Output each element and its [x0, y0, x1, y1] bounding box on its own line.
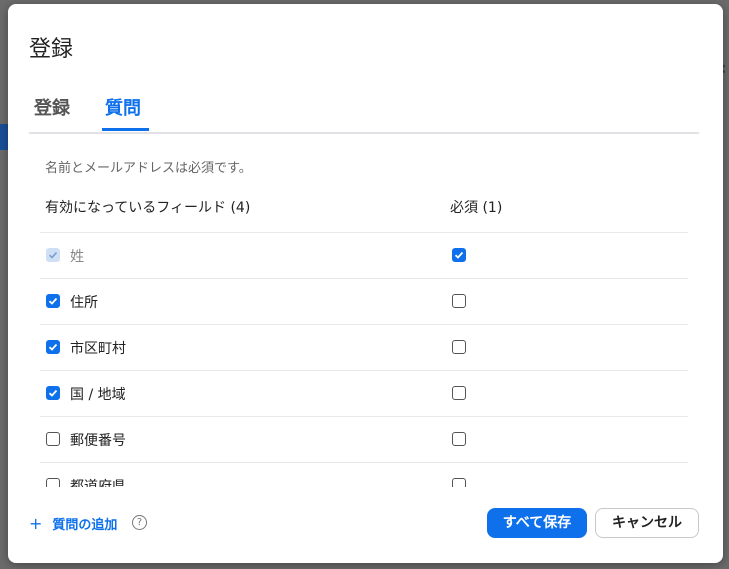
add-question-label: 質問の追加	[52, 518, 118, 533]
field-row: 国 / 地域	[40, 371, 688, 417]
add-question-button[interactable]: + 質問の追加	[29, 514, 117, 533]
field-required-checkbox[interactable]	[452, 340, 466, 354]
field-list: 姓 住所 市区町村 国 / 地域 郵便番号 都道府県	[40, 232, 688, 487]
field-required-checkbox[interactable]	[452, 294, 466, 308]
save-all-button[interactable]: すべて保存	[487, 508, 587, 538]
plus-icon: +	[29, 514, 43, 533]
field-enabled-checkbox[interactable]	[46, 432, 60, 446]
field-enabled-checkbox	[46, 248, 60, 262]
backdrop-strip	[0, 124, 8, 150]
field-label: 市区町村	[70, 341, 126, 357]
enabled-fields-header: 有効になっているフィールド (4)	[45, 200, 251, 216]
field-enabled-checkbox[interactable]	[46, 294, 60, 308]
field-label: 住所	[70, 295, 98, 311]
field-row: 住所	[40, 279, 688, 325]
cancel-button[interactable]: キャンセル	[595, 508, 699, 538]
active-tab-indicator	[102, 128, 149, 131]
required-note: 名前とメールアドレスは必須です。	[45, 161, 252, 176]
required-header: 必須 (1)	[450, 200, 503, 216]
tab-registration[interactable]: 登録	[34, 94, 70, 120]
registration-dialog: 登録 登録 質問 名前とメールアドレスは必須です。 有効になっているフィールド …	[8, 4, 723, 563]
field-row: 市区町村	[40, 325, 688, 371]
field-required-checkbox[interactable]	[452, 248, 466, 262]
field-required-checkbox[interactable]	[452, 432, 466, 446]
field-row: 都道府県	[40, 463, 688, 487]
field-label: 郵便番号	[70, 433, 126, 449]
field-row: 姓	[40, 233, 688, 279]
field-label: 都道府県	[70, 479, 126, 487]
tab-questions[interactable]: 質問	[105, 94, 141, 120]
field-label: 国 / 地域	[70, 387, 126, 403]
field-label: 姓	[70, 249, 84, 265]
dialog-title: 登録	[29, 37, 74, 62]
field-enabled-checkbox[interactable]	[46, 478, 60, 487]
help-icon[interactable]: ?	[132, 515, 147, 530]
field-enabled-checkbox[interactable]	[46, 386, 60, 400]
field-required-checkbox[interactable]	[452, 386, 466, 400]
field-required-checkbox[interactable]	[452, 478, 466, 487]
field-enabled-checkbox[interactable]	[46, 340, 60, 354]
field-row: 郵便番号	[40, 417, 688, 463]
tab-bar: 登録 質問	[29, 88, 699, 134]
